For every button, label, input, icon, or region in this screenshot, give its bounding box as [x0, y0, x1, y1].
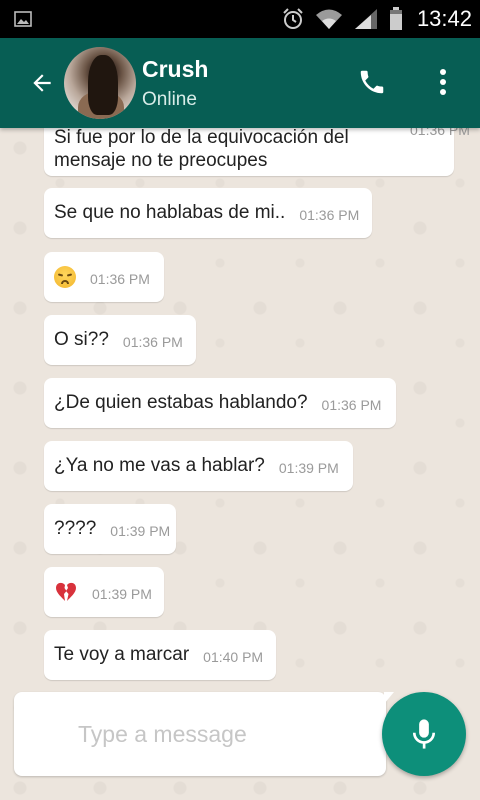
message-time: 01:36 PM [90, 270, 150, 287]
message-input[interactable] [78, 716, 368, 752]
message-text: ¿Ya no me vas a hablar? [54, 455, 265, 476]
message-time: 01:36 PM [122, 333, 183, 350]
contact-status: Online [142, 88, 197, 110]
message-text: ¿De quien estabas hablando? [54, 392, 308, 413]
message-bubble[interactable]: 01:39 PM [44, 567, 164, 617]
chat-header: Crush Online [0, 38, 480, 128]
phone-icon [360, 70, 384, 94]
message-bubble[interactable]: 01:36 PM [44, 252, 164, 302]
mic-button[interactable] [382, 692, 466, 776]
alarm-icon [281, 7, 305, 31]
contact-info[interactable]: Crush Online [142, 56, 208, 111]
message-bubble[interactable]: O si?? 01:36 PM [44, 315, 196, 365]
more-vertical-icon [440, 69, 446, 95]
message-text: ???? [54, 518, 97, 539]
message-time: 01:39 PM [110, 522, 171, 539]
message-text: O si?? [54, 329, 109, 350]
message-text: Se que no hablabas de mi.. [54, 202, 286, 223]
message-text: Si fue por lo de la equivocación del men… [54, 127, 349, 171]
message-text: Te voy a marcar [54, 644, 190, 665]
microphone-icon [412, 719, 436, 749]
avatar[interactable] [64, 47, 136, 119]
menu-button[interactable] [428, 62, 458, 102]
message-time: 01:40 PM [203, 648, 264, 665]
message-bubble[interactable]: ¿Ya no me vas a hablar? 01:39 PM [44, 441, 353, 491]
message-bubble[interactable]: Se que no hablabas de mi.. 01:36 PM [44, 188, 372, 238]
image-icon [14, 11, 32, 27]
clock: 13:42 [416, 6, 472, 31]
message-input-box[interactable] [14, 692, 394, 776]
contact-name: Crush [142, 55, 209, 82]
whatsapp-chat-screen: 13:42 Crush Online Si fue por lo de la e… [0, 0, 480, 800]
status-bar: 13:42 [0, 0, 480, 38]
call-button[interactable] [354, 62, 390, 102]
message-bubble[interactable]: ¿De quien estabas hablando? 01:36 PM [44, 378, 396, 428]
broken-heart-icon [56, 582, 76, 601]
message-bubble[interactable]: Te voy a marcar 01:40 PM [44, 630, 276, 680]
message-time: 01:39 PM [92, 585, 152, 602]
wifi-icon [315, 8, 343, 30]
disappointed-face-icon [54, 266, 76, 288]
signal-icon [353, 8, 379, 30]
message-time: 01:36 PM [299, 206, 360, 223]
back-button[interactable] [22, 63, 62, 103]
back-arrow-icon [33, 74, 51, 92]
message-time: 01:36 PM [321, 396, 382, 413]
battery-icon [389, 7, 403, 31]
message-bubble[interactable]: ???? 01:39 PM [44, 504, 176, 554]
message-time: 01:39 PM [278, 459, 339, 476]
